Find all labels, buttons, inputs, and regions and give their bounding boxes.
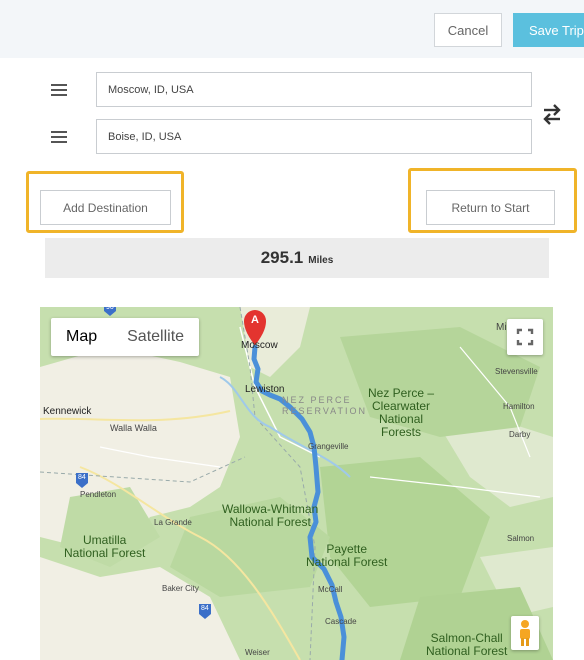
map-label-cascade: Cascade [325,617,357,626]
destination-input[interactable]: Boise, ID, USA [96,119,532,154]
map-label-moscow: Moscow [241,340,278,351]
drag-handle-icon[interactable] [51,84,67,96]
map-label-mi: Mi [496,322,507,333]
marker-a-label: A [251,314,259,326]
map-label-la-grande: La Grande [154,518,192,527]
map-label-weiser: Weiser [245,648,270,657]
map-label-walla-walla: Walla Walla [110,423,157,433]
distance-unit: Miles [308,254,334,266]
map-terrain [40,307,553,660]
cancel-button[interactable]: Cancel [434,13,502,47]
map-label-nez-perce-forest: Nez Perce – Clearwater National Forests [368,386,435,439]
add-destination-button[interactable]: Add Destination [40,190,171,225]
map-type-control: Map Satellite [51,318,200,356]
top-bar: Cancel Save Trip [0,0,584,58]
drag-handle-icon[interactable] [51,131,67,143]
map-label-baker-city: Baker City [162,584,199,593]
fullscreen-button[interactable] [507,319,543,355]
highway-84-shield-icon: 84 [78,474,86,481]
map-type-map-button[interactable]: Map [51,318,112,356]
swap-icon[interactable] [542,102,562,126]
fullscreen-icon [516,328,534,346]
map-label-umatilla: Umatilla National Forest [64,533,146,560]
map-label-wallowa-whitman: Wallowa-Whitman National Forest [222,502,319,529]
map-label-nez-perce-reservation: NEZ PERCE RESERVATION [282,395,367,417]
map-label-lewiston: Lewiston [245,384,285,395]
map-label-salmon: Salmon [507,534,535,543]
save-trip-button[interactable]: Save Trip [513,13,584,47]
map-label-pendleton: Pendleton [80,490,117,499]
map-label-hamilton: Hamilton [503,402,535,411]
route-map[interactable]: A Moscow Lewiston NEZ PERCE RESERVATION … [40,307,553,660]
map-label-payette: Payette National Forest [306,542,388,569]
map-label-darby: Darby [509,430,531,439]
pegman-icon [520,620,530,646]
map-label-kennewick: Kennewick [43,406,92,417]
highway-84-shield-icon-2: 84 [201,605,209,612]
street-view-pegman-button[interactable] [511,616,539,650]
distance-value: 295.1 [260,248,304,267]
map-label-reservation-line1: NEZ PERCE [282,395,352,405]
return-to-start-button[interactable]: Return to Start [426,190,555,225]
map-label-salmon-challis: Salmon-Chall National Forest [426,631,508,658]
map-label-stevensville: Stevensville [495,367,538,376]
highway-90-shield-icon: 90 [106,307,114,311]
map-label-grangeville: Grangeville [308,442,349,451]
origin-input[interactable]: Moscow, ID, USA [96,72,532,107]
map-label-mccall: McCall [318,585,343,594]
map-type-satellite-button[interactable]: Satellite [112,318,199,356]
distance-summary: 295.1 Miles [45,238,549,278]
map-label-reservation-line2: RESERVATION [282,406,368,416]
